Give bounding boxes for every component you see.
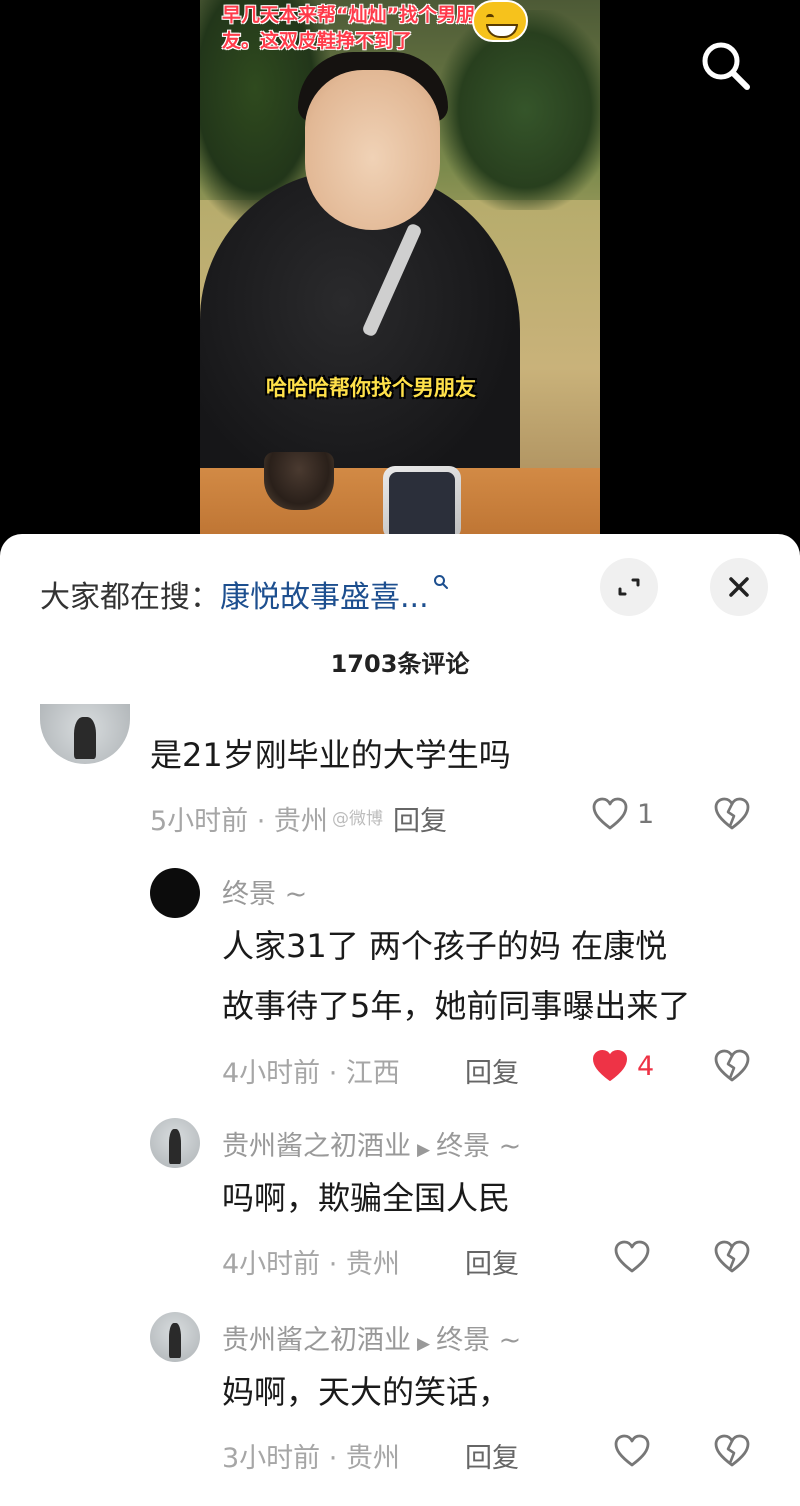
avatar[interactable] [40,704,130,764]
comment-time-location: 5小时前 · 贵州 [150,806,328,837]
avatar-figure [74,717,96,760]
like-count: 4 [637,1051,655,1082]
tea-cup [264,452,334,510]
avatar[interactable] [150,1312,200,1362]
weibo-watermark: @微博 [332,809,383,829]
username-text: 贵州酱之初酒业 [222,1325,411,1356]
video-player[interactable]: 早几天本来帮“灿灿”找个男朋友。这双皮鞋挣不到了 哈哈哈帮你找个男朋友 [0,0,800,560]
reply-button[interactable]: 回复 [465,1436,519,1475]
close-icon [729,577,749,597]
username-text: 终景 [222,879,276,910]
reply-button[interactable]: 回复 [465,1051,519,1090]
comment-item: 是21岁刚毕业的大学生吗 5小时前 · 贵州 @微博 回复 1 [0,704,800,850]
avatar[interactable] [150,868,200,918]
grinning-face-emoji-icon [472,0,528,42]
reply-item: 贵州酱之初酒业 ▶ 终景 ~ 吗啊，欺骗全国人民 4小时前 · 贵州 回复 [0,1118,800,1288]
avatar-figure [169,1323,181,1358]
person-face [305,70,440,230]
reply-item: 终景 ~ 人家31了 两个孩子的妈 在康悦 故事待了5年，她前同事曝出来了 4小… [0,864,800,1094]
reply-text: 妈啊，天大的笑话， [222,1373,511,1411]
reply-time-location: 4小时前 · 贵州 [222,1249,400,1280]
username-suffix: ~ [284,879,308,910]
trending-search-bar: 大家都在搜：康悦故事盛喜... [40,572,449,616]
like-count: 1 [637,799,655,830]
comment-text: 是21岁刚毕业的大学生吗 [150,736,511,774]
expand-button[interactable] [600,558,658,616]
heart-icon[interactable] [590,794,630,834]
reply-text-line-2: 故事待了5年，她前同事曝出来了 [222,987,691,1025]
broken-heart-icon[interactable] [712,794,752,834]
heart-filled-icon[interactable] [590,1046,630,1086]
expand-icon [618,578,640,596]
search-icon[interactable] [698,38,752,92]
reply-username[interactable]: 终景 ~ [222,872,307,911]
broken-heart-icon[interactable] [712,1237,752,1277]
username-text: 贵州酱之初酒业 [222,1131,411,1162]
trending-prefix: 大家都在搜： [40,580,220,615]
broken-heart-icon[interactable] [712,1431,752,1471]
reply-arrow-icon: ▶ [417,1140,431,1160]
video-frame: 早几天本来帮“灿灿”找个男朋友。这双皮鞋挣不到了 哈哈哈帮你找个男朋友 [200,0,600,560]
video-subtitle: 哈哈哈帮你找个男朋友 [266,376,476,400]
video-caption-top: 早几天本来帮“灿灿”找个男朋友。这双皮鞋挣不到了 [222,4,475,52]
avatar-figure [169,1129,181,1164]
reply-item: 贵州酱之初酒业 ▶ 终景 ~ 妈啊，天大的笑话， 3小时前 · 贵州 回复 [0,1312,800,1482]
reply-username[interactable]: 贵州酱之初酒业 ▶ 终景 ~ [222,1318,521,1357]
avatar[interactable] [150,1118,200,1168]
reply-text: 吗啊，欺骗全国人民 [222,1179,511,1217]
small-search-icon[interactable] [433,574,449,590]
phone-on-table [383,466,461,540]
reply-to-user: 终景 ~ [436,1325,522,1356]
reply-text-line-1: 人家31了 两个孩子的妈 在康悦 [222,927,668,965]
reply-username[interactable]: 贵州酱之初酒业 ▶ 终景 ~ [222,1124,521,1163]
comment-count: 1703条评论 [330,650,470,678]
broken-heart-icon[interactable] [712,1046,752,1086]
trending-keyword-link[interactable]: 康悦故事盛喜... [220,580,429,615]
reply-to-user: 终景 ~ [436,1131,522,1162]
reply-time-location: 4小时前 · 江西 [222,1058,400,1089]
reply-button[interactable]: 回复 [465,1242,519,1281]
comments-panel: 大家都在搜：康悦故事盛喜... 1703条评论 是21岁刚毕业的大学生吗 5小时… [0,534,800,1506]
reply-arrow-icon: ▶ [417,1334,431,1354]
heart-icon[interactable] [612,1431,652,1471]
heart-icon[interactable] [612,1237,652,1277]
reply-time-location: 3小时前 · 贵州 [222,1443,400,1474]
close-button[interactable] [710,558,768,616]
reply-button[interactable]: 回复 [393,799,447,838]
